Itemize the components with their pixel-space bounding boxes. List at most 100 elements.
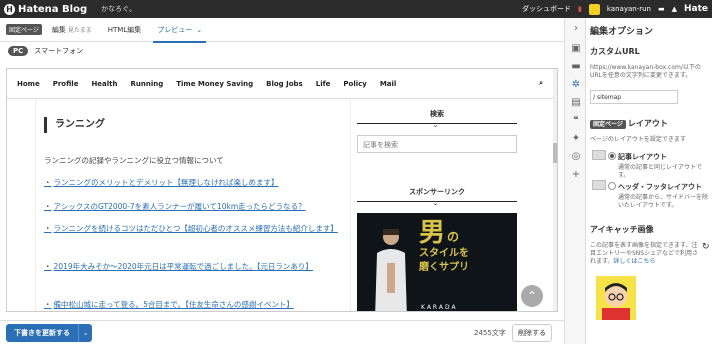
scroll-top-button[interactable]: ⌃ [521, 285, 543, 307]
folder-icon[interactable]: ▬ [570, 60, 582, 72]
header-footer-layout-radio[interactable] [608, 182, 616, 190]
article-link[interactable]: ・アシックスのGT2000-7を素人ランナーが履いて10km走ったらどうなる？ [44, 201, 344, 213]
article-link[interactable]: ・備中松山城に走って登る。5合目まで。【住友生命さんの感謝イベント】 [44, 299, 344, 311]
sponsor-ad-banner[interactable]: 男の スタイルを 磨くサプリ KARADA [357, 213, 517, 311]
top-right-menu: ダッシュボード ▮ kanayan-run ▬ ▲ Hate [522, 0, 712, 18]
edit-options-panel: 編集オプション カスタムURL https://www.kanayan-box.… [586, 18, 712, 344]
bookmark-icon[interactable]: ▮ [578, 5, 582, 13]
tab-html[interactable]: HTML編集 [100, 18, 149, 42]
ad-brand: KARADA [421, 304, 458, 311]
char-count: 2455文字 [474, 329, 506, 337]
plus-icon[interactable]: + [570, 168, 582, 180]
editor-tabs: 固定ページ 編集 見たまま HTML編集 プレビュー ⌄ [0, 18, 564, 43]
article-link[interactable]: ・ランニングのメリットとデメリット【無理しなければ楽しめます】 [44, 177, 344, 189]
article-link-text[interactable]: 2019年大みそか～2020年元日は平常運転で過ごしました。【元日ランあり】 [54, 262, 313, 271]
editor-area: 固定ページ 編集 見たまま HTML編集 プレビュー ⌄ PC スマートフォン Ho… [0, 18, 564, 344]
hatena-blog-logo[interactable]: H Hatena Blog [4, 3, 88, 15]
blog-name-menu[interactable]: かなろぐ。 [101, 4, 136, 14]
nav-mail[interactable]: Mail [380, 80, 397, 88]
ad-headline: 男の スタイルを 磨くサプリ [419, 219, 469, 275]
tab-edit-sub: 見たまま [67, 27, 92, 34]
search-heading: 検索 ⌄ [357, 109, 517, 129]
nav-time-money[interactable]: Time Money Saving [176, 80, 253, 88]
chevron-right-icon[interactable]: › [570, 22, 582, 34]
option-icon-strip: › ▣ ▬ ✲ ▤ ❝ ✦ ◎ + [564, 18, 586, 344]
eyecatch-heading: アイキャッチ画像 [590, 225, 654, 234]
nav-profile[interactable]: Profile [53, 80, 79, 88]
custom-url-input[interactable]: / sitemap [590, 90, 678, 104]
sponsor-heading-text: スポンサーリンク [409, 188, 465, 196]
sidebar-search-input[interactable]: 記事を検索 [357, 135, 517, 153]
article-layout-title[interactable]: 記事レイアウト [618, 152, 667, 162]
fixed-page-badge: 固定ページ [6, 24, 42, 35]
page-title: ランニング [44, 117, 105, 133]
tab-preview-label: プレビュー [157, 25, 193, 34]
twitter-icon[interactable]: ✦ [570, 132, 582, 144]
chevron-down-icon: ⌄ [196, 25, 203, 34]
update-draft-button[interactable]: 下書きを更新する ⌄ [6, 324, 92, 342]
article-link[interactable]: ・ランニングを続けるコツはただひとつ【超初心者のオススメ練習方法も紹介します】 [44, 223, 344, 235]
eyecatch-desc: この記事を表す画像を指定できます。注目エントリーやSNSシェアなどで利用されます… [590, 242, 698, 266]
editor-footer: 下書きを更新する ⌄ 2455文字 削除する [0, 320, 564, 344]
device-switch: PC スマートフォン [0, 42, 564, 60]
chevron-up-icon: ⌃ [526, 289, 538, 303]
article-link[interactable]: ・ 2019年大みそか～2020年元日は平常運転で過ごしました。【元日ランあり】 [44, 261, 344, 273]
username[interactable]: kanayan-run [607, 5, 651, 13]
bell-icon[interactable]: ▲ [672, 5, 677, 13]
layout-desc: ページのレイアウトを設定できます [590, 136, 686, 143]
search-icon[interactable]: ⌕ [539, 79, 543, 88]
layout-heading-text: レイアウト [627, 119, 668, 128]
device-smartphone[interactable]: スマートフォン [34, 46, 83, 56]
eyecatch-image[interactable] [596, 276, 636, 320]
header-footer-layout-thumb [592, 180, 606, 190]
nav-life[interactable]: Life [316, 80, 331, 88]
chevron-down-icon[interactable]: ⌄ [78, 324, 92, 342]
nav-running[interactable]: Running [131, 80, 164, 88]
article-link-text[interactable]: ランニングのメリットとデメリット【無理しなければ楽しめます】 [54, 178, 279, 187]
gear-icon[interactable]: ✲ [570, 78, 582, 90]
nav-health[interactable]: Health [91, 80, 117, 88]
tab-preview[interactable]: プレビュー ⌄ [149, 18, 210, 43]
article-layout-radio[interactable] [608, 152, 616, 160]
nav-policy[interactable]: Policy [343, 80, 366, 88]
header-footer-layout-desc: 通常の記事から、サイドバーを除いたレイアウトです。 [618, 194, 709, 209]
dashboard-link[interactable]: ダッシュボード [522, 4, 571, 14]
url-value[interactable]: sitemap [597, 94, 621, 101]
url-prefix: / [593, 94, 596, 101]
nav-home[interactable]: Home [17, 80, 40, 88]
scrollbar-thumb[interactable] [553, 143, 557, 163]
custom-url-heading: カスタムURL [590, 47, 640, 56]
refresh-icon[interactable]: ↻ [702, 242, 710, 252]
chevron-down-icon: ⌄ [433, 122, 439, 129]
delete-button[interactable]: 削除する [512, 324, 552, 342]
article-link-text[interactable]: アシックスのGT2000-7を素人ランナーが履いて10km走ったらどうなる？ [54, 202, 306, 211]
user-avatar[interactable] [588, 3, 600, 15]
article-link-text[interactable]: 備中松山城に走って登る。5合目まで。【住友生命さんの感謝イベント】 [54, 300, 294, 309]
nav-blog-jobs[interactable]: Blog Jobs [266, 80, 303, 88]
tab-edit-label: 編集 [51, 25, 66, 34]
quote-icon[interactable]: ❝ [570, 114, 582, 126]
update-draft-label[interactable]: 下書きを更新する [6, 324, 78, 342]
panel-title: 編集オプション [590, 27, 654, 37]
ad-no: の [447, 230, 460, 244]
article-column: ランニング ランニングの記録やランニングに役立つ情報について ・ランニングのメリ… [35, 99, 351, 311]
chat-icon[interactable]: ▬ [658, 5, 665, 13]
chevron-down-icon: ⌄ [433, 200, 439, 207]
hatena-menu[interactable]: Hate [684, 4, 708, 14]
eyecatch-help-link[interactable]: 詳しくはこちら [613, 258, 655, 265]
layout-heading: 固定ページ レイアウト [590, 118, 668, 129]
blog-nav: Home Profile Health Running Time Money S… [7, 69, 557, 99]
header-footer-layout-title[interactable]: ヘッダ・フッタレイアウト [618, 182, 702, 192]
preview-scrollbar[interactable] [553, 69, 557, 311]
document-icon[interactable]: ▤ [570, 96, 582, 108]
device-pc[interactable]: PC [8, 46, 29, 56]
instagram-icon[interactable]: ◎ [570, 150, 582, 162]
article-layout-desc: 通常の記事と同じレイアウトです。 [618, 164, 703, 179]
ad-line-1: スタイルを [419, 248, 469, 259]
logo-text: Hatena Blog [18, 3, 88, 15]
image-icon[interactable]: ▣ [570, 42, 582, 54]
article-link-text[interactable]: ランニングを続けるコツはただひとつ【超初心者のオススメ練習方法も紹介します】 [54, 224, 338, 233]
blog-body: ランニング ランニングの記録やランニングに役立つ情報について ・ランニングのメリ… [7, 99, 549, 311]
hatena-logo-icon: H [4, 3, 15, 15]
tab-edit[interactable]: 編集 見たまま [44, 18, 100, 42]
